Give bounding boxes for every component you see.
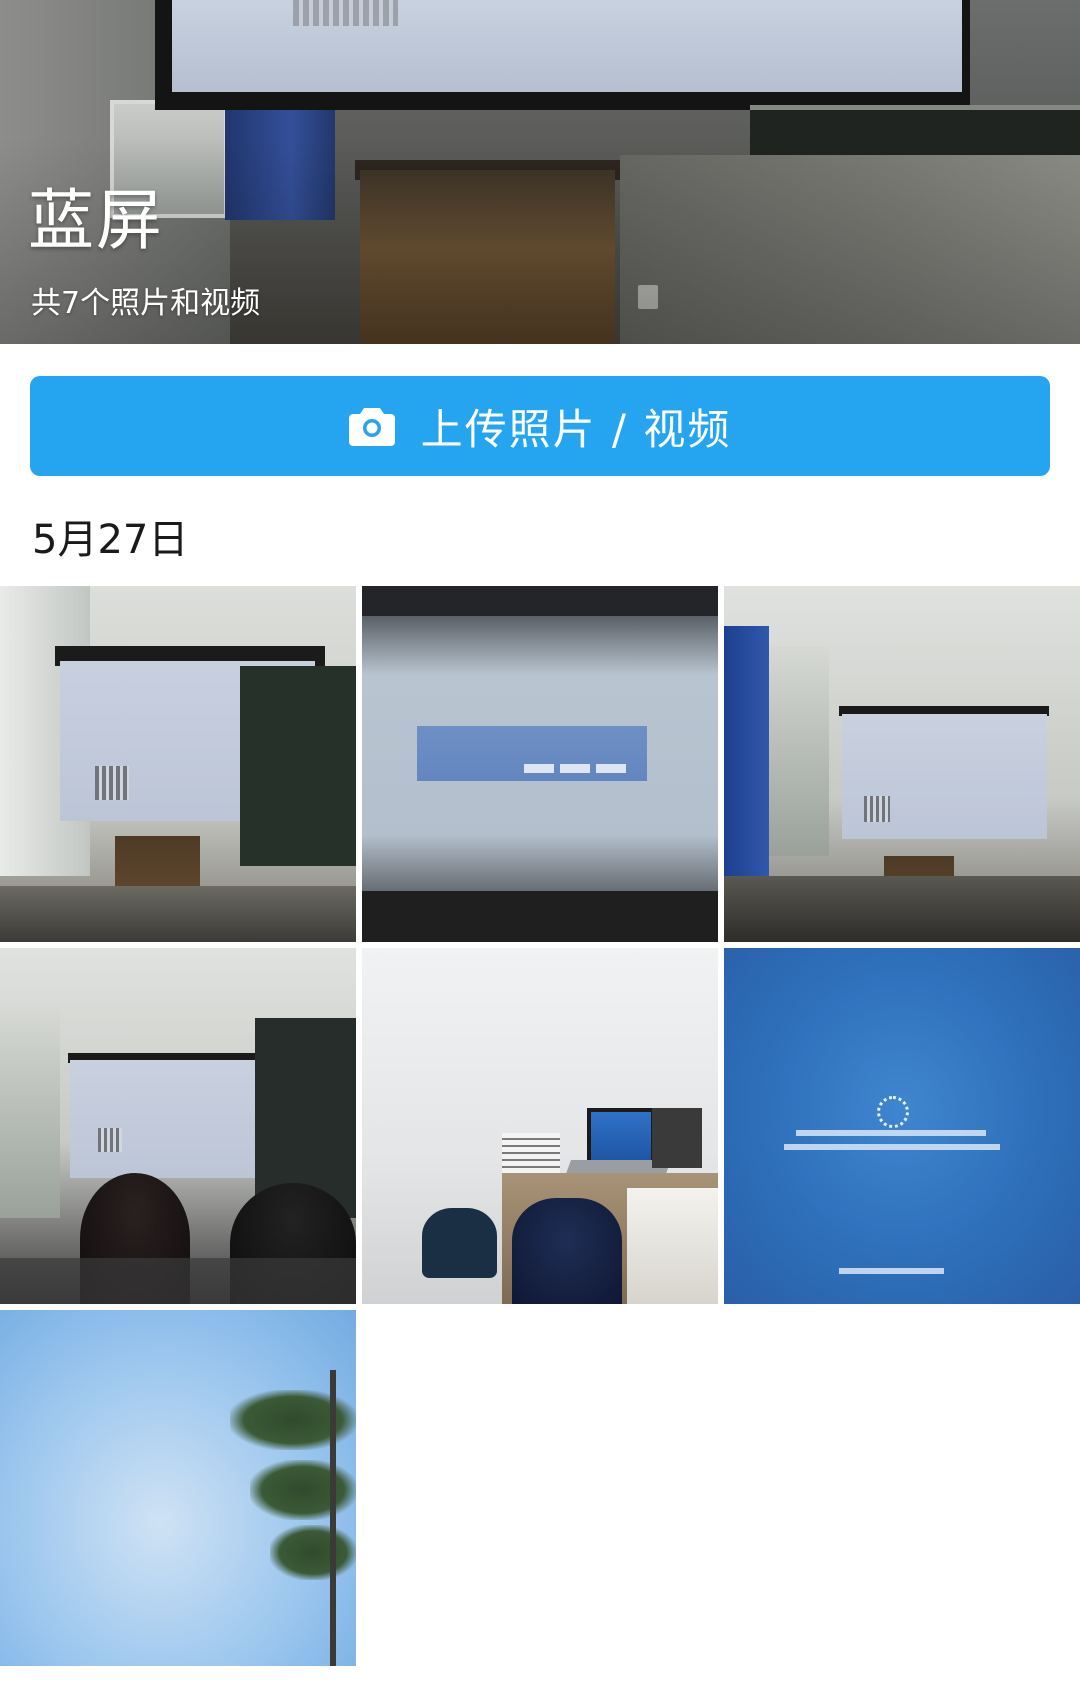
- photo-thumbnail-3[interactable]: [724, 586, 1080, 942]
- camera-icon: [348, 408, 395, 446]
- photo-thumbnail-6[interactable]: [724, 948, 1080, 1304]
- album-count: 共7个照片和视频: [31, 286, 261, 321]
- photo-thumbnail-5[interactable]: [362, 948, 718, 1304]
- upload-button[interactable]: 上传照片 / 视频: [30, 376, 1050, 476]
- album-cover: 蓝屏 共7个照片和视频: [0, 0, 1080, 344]
- photo-thumbnail-1[interactable]: [0, 586, 356, 942]
- photo-thumbnail-7[interactable]: [0, 1310, 356, 1666]
- photo-thumbnail-2[interactable]: [362, 586, 718, 942]
- section-date: 5月27日: [32, 517, 189, 563]
- upload-label: 上传照片 / 视频: [420, 404, 732, 454]
- album-title: 蓝屏: [28, 182, 164, 259]
- photo-thumbnail-4[interactable]: [0, 948, 356, 1304]
